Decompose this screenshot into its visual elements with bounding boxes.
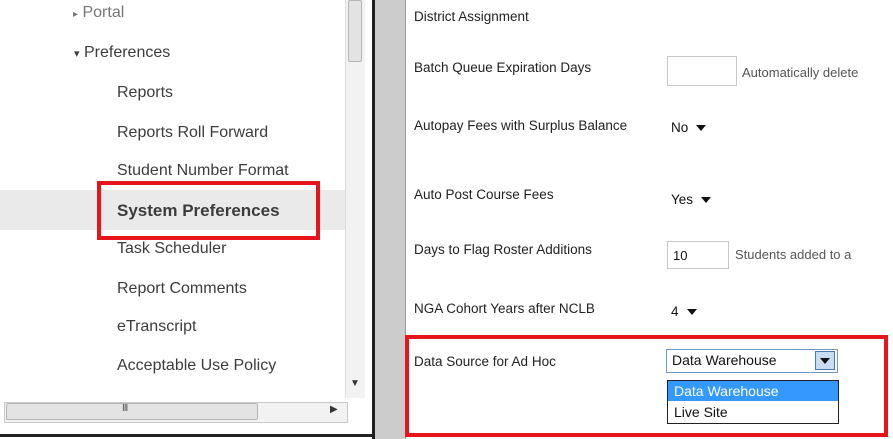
batch-queue-note: Automatically delete (742, 65, 859, 80)
label-days-to-flag-roster-additions: Days to Flag Roster Additions (414, 242, 592, 257)
scroll-right-arrow-icon[interactable]: ▶ (330, 404, 338, 415)
select-value: Yes (671, 192, 694, 207)
roster-additions-note: Students added to a (735, 247, 852, 262)
nav-item-acceptable-use-policy[interactable]: Acceptable Use Policy (117, 357, 276, 375)
nga-cohort-years-select[interactable]: 4 (671, 304, 697, 319)
nav-item-task-scheduler[interactable]: Task Scheduler (117, 240, 226, 258)
nav-item-label: Portal (82, 4, 125, 21)
days-to-flag-roster-additions-input[interactable] (667, 241, 729, 269)
nav-item-reports-roll-forward[interactable]: Reports Roll Forward (117, 124, 268, 142)
nav-item-label: Preferences (83, 44, 171, 61)
nav-item-student-number-format[interactable]: Student Number Format (117, 162, 289, 180)
vertical-scroll-thumb[interactable] (348, 0, 362, 62)
autopay-fees-select[interactable]: No (671, 120, 707, 135)
label-autopay-fees-with-surplus-balance: Autopay Fees with Surplus Balance (414, 118, 628, 133)
collapsed-arrow-icon: ▸ (73, 9, 79, 20)
nav-item-portal[interactable]: ▸ Portal (73, 4, 124, 22)
scroll-down-arrow-icon[interactable]: ▼ (350, 378, 360, 389)
content-gutter (375, 0, 405, 439)
auto-post-course-fees-select[interactable]: Yes (671, 192, 712, 207)
batch-queue-expiration-days-input[interactable] (667, 56, 737, 86)
nav-item-preferences[interactable]: ▾ Preferences (74, 44, 170, 62)
select-value: 4 (671, 304, 679, 319)
section-label-district-assignment: District Assignment (414, 9, 529, 24)
label-nga-cohort-years-after-nclb: NGA Cohort Years after NCLB (414, 301, 595, 316)
highlight-box-system-preferences (97, 181, 320, 240)
scroll-grip-icon: III (122, 403, 128, 414)
label-batch-queue-expiration-days: Batch Queue Expiration Days (414, 60, 592, 75)
horizontal-scroll-thumb[interactable] (6, 403, 258, 420)
chevron-down-icon (696, 125, 707, 132)
nav-item-report-comments[interactable]: Report Comments (117, 280, 247, 298)
chevron-down-icon (701, 197, 712, 204)
nav-item-etranscript[interactable]: eTranscript (117, 318, 196, 336)
nav-item-reports[interactable]: Reports (117, 84, 173, 102)
select-value: No (671, 120, 689, 135)
label-auto-post-course-fees: Auto Post Course Fees (414, 187, 554, 202)
highlight-box-data-source (405, 335, 888, 437)
panel-bottom-border (0, 434, 372, 437)
chevron-down-icon (686, 309, 697, 316)
expanded-arrow-icon: ▾ (74, 48, 80, 60)
